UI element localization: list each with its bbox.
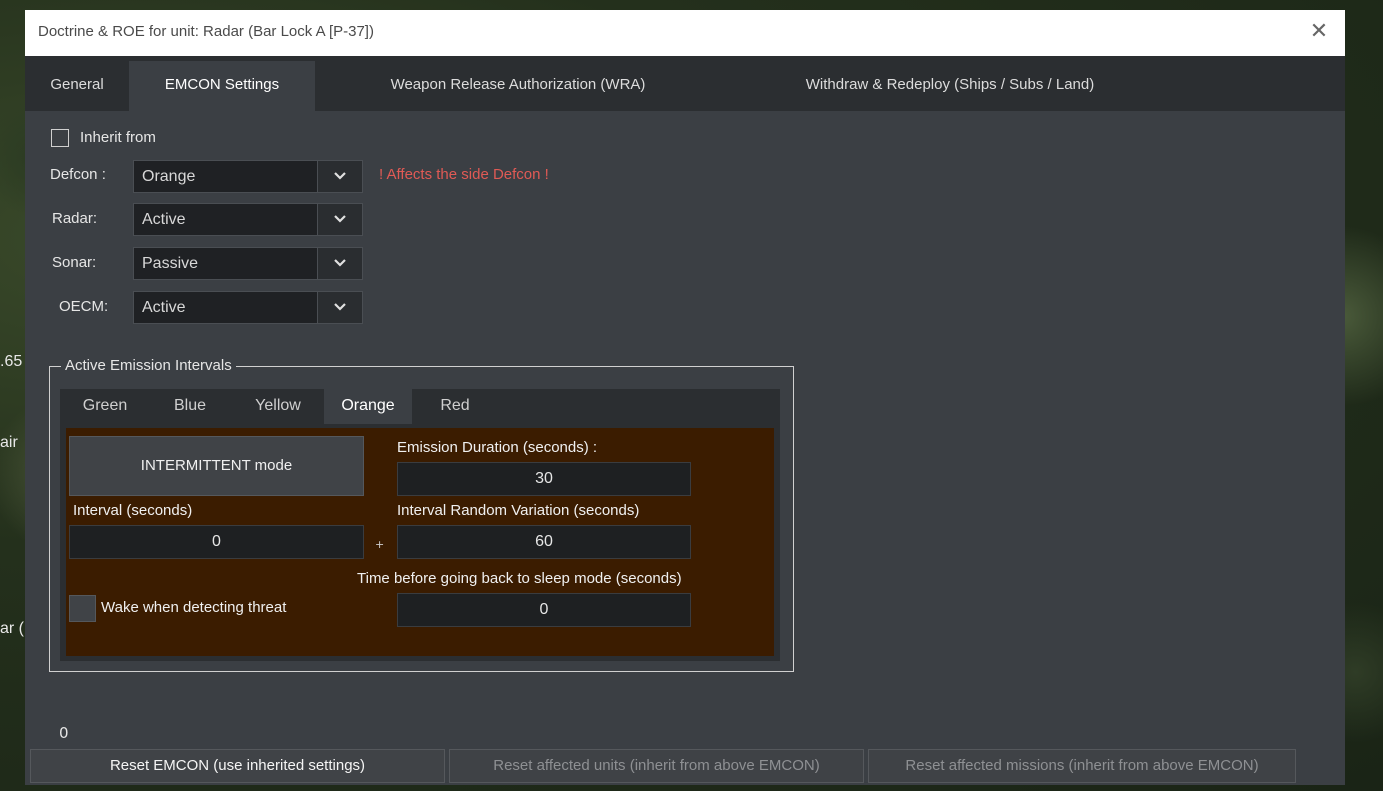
window-title: Doctrine & ROE for unit: Radar (Bar Lock… xyxy=(38,23,374,40)
tab-green[interactable]: Green xyxy=(62,389,148,424)
reset-units-button[interactable]: Reset affected units (inherit from above… xyxy=(449,749,864,783)
emission-duration-label: Emission Duration (seconds) : xyxy=(397,439,598,456)
tab-general[interactable]: General xyxy=(32,61,122,111)
intermittent-mode-button[interactable]: INTERMITTENT mode xyxy=(69,436,364,496)
tab-red[interactable]: Red xyxy=(412,389,498,424)
tab-orange[interactable]: Orange xyxy=(324,389,412,424)
tab-withdraw-redeploy[interactable]: Withdraw & Redeploy (Ships / Subs / Land… xyxy=(725,61,1175,111)
interval-label: Interval (seconds) xyxy=(73,502,193,519)
map-label: air xyxy=(0,434,18,451)
defcon-warning: ! Affects the side Defcon ! xyxy=(379,166,549,183)
defcon-select[interactable]: Orange xyxy=(133,160,363,193)
radar-label: Radar: xyxy=(52,210,98,227)
tab-bar: General EMCON Settings Weapon Release Au… xyxy=(25,56,1345,111)
radar-select[interactable]: Active xyxy=(133,203,363,236)
defcon-value: Orange xyxy=(142,168,196,185)
sonar-label: Sonar: xyxy=(52,254,97,271)
random-variation-label: Interval Random Variation (seconds) xyxy=(397,502,640,519)
oecm-select[interactable]: Active xyxy=(133,291,363,324)
sonar-value: Passive xyxy=(142,255,199,272)
doctrine-dialog: Doctrine & ROE for unit: Radar (Bar Lock… xyxy=(25,10,1345,785)
map-label: .65 xyxy=(0,353,23,370)
counter-value: 0 xyxy=(59,724,69,742)
random-variation-field[interactable]: 60 xyxy=(397,525,691,559)
defcon-level-tabs-container: Green Blue Yellow Orange Red INTERMITTEN… xyxy=(60,389,780,661)
tab-weapon-release[interactable]: Weapon Release Authorization (WRA) xyxy=(315,61,721,111)
chevron-down-icon xyxy=(317,292,362,323)
emission-intervals-title: Active Emission Intervals xyxy=(61,357,236,374)
sleep-time-label: Time before going back to sleep mode (se… xyxy=(357,570,682,587)
interval-field[interactable]: 0 xyxy=(69,525,364,559)
close-icon[interactable]: ✕ xyxy=(1305,18,1333,46)
chevron-down-icon xyxy=(317,204,362,235)
chevron-down-icon xyxy=(317,248,362,279)
sleep-time-field[interactable]: 0 xyxy=(397,593,691,627)
radar-value: Active xyxy=(142,211,186,228)
inherit-label: Inherit from xyxy=(80,129,156,146)
tab-emcon-settings[interactable]: EMCON Settings xyxy=(129,61,315,111)
inherit-checkbox[interactable] xyxy=(51,129,69,147)
tab-yellow[interactable]: Yellow xyxy=(232,389,324,424)
wake-threat-label: Wake when detecting threat xyxy=(101,599,287,616)
emcon-panel: Inherit from Defcon : Orange ! Affects t… xyxy=(25,111,1345,785)
tab-blue[interactable]: Blue xyxy=(148,389,232,424)
map-label: ar ( xyxy=(0,620,24,637)
wake-threat-checkbox[interactable] xyxy=(69,595,96,622)
emission-duration-field[interactable]: 30 xyxy=(397,462,691,496)
title-bar: Doctrine & ROE for unit: Radar (Bar Lock… xyxy=(25,10,1345,56)
oecm-value: Active xyxy=(142,299,186,316)
orange-settings-content: INTERMITTENT mode Emission Duration (sec… xyxy=(66,428,774,656)
plus-sign: + xyxy=(375,538,385,551)
reset-missions-button[interactable]: Reset affected missions (inherit from ab… xyxy=(868,749,1296,783)
sonar-select[interactable]: Passive xyxy=(133,247,363,280)
defcon-label: Defcon : xyxy=(50,166,106,183)
chevron-down-icon xyxy=(317,161,362,192)
reset-emcon-button[interactable]: Reset EMCON (use inherited settings) xyxy=(30,749,445,783)
oecm-label: OECM: xyxy=(59,298,109,315)
